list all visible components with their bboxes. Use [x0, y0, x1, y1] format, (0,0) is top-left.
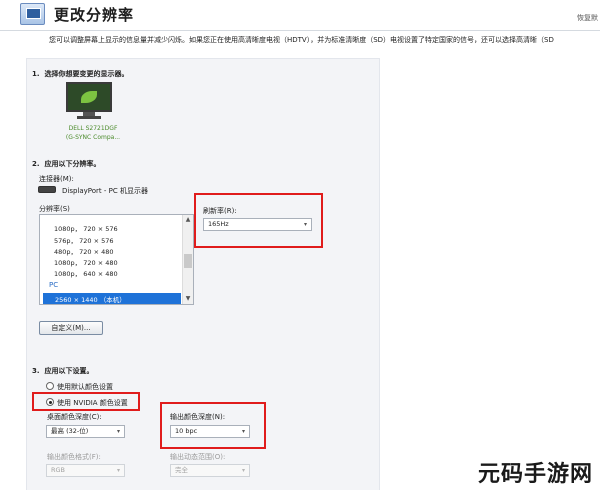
- header-divider: [0, 30, 600, 31]
- chevron-down-icon: ▾: [303, 221, 307, 228]
- list-group-pc: PC: [49, 281, 59, 289]
- page-title: 更改分辨率: [54, 6, 135, 24]
- scroll-thumb[interactable]: [184, 254, 192, 268]
- list-item[interactable]: 480p， 720 × 480: [54, 246, 114, 256]
- refresh-rate-select[interactable]: 165Hz ▾: [203, 218, 312, 231]
- list-item[interactable]: 1080p， 720 × 576: [54, 223, 118, 233]
- refresh-rate-label: 刷新率(R):: [203, 207, 237, 215]
- scroll-down-icon[interactable]: ▼: [183, 294, 193, 304]
- output-depth-label: 输出颜色深度(N):: [170, 413, 226, 421]
- chevron-down-icon: ▾: [116, 428, 120, 435]
- chevron-down-icon: ▾: [241, 467, 245, 474]
- watermark: 元码手游网: [478, 462, 594, 487]
- monitor-label[interactable]: DELL S2721DGF (G-SYNC Compa...: [48, 124, 138, 142]
- output-depth-select[interactable]: 10 bpc ▾: [170, 425, 250, 438]
- resolution-label: 分辨率(S): [39, 205, 70, 213]
- section-3-title: 3. 应用以下设置。: [32, 367, 94, 375]
- section-2-title: 2. 应用以下分辨率。: [32, 160, 101, 168]
- list-item[interactable]: 1080p， 720 × 480: [54, 257, 118, 267]
- dynamic-range-label: 输出动态范围(O):: [170, 453, 226, 461]
- desktop-depth-select[interactable]: 最高 (32-位) ▾: [46, 425, 125, 438]
- list-item-selected[interactable]: 2560 × 1440 （本机）: [43, 293, 181, 304]
- restore-defaults-link[interactable]: 恢复默: [577, 13, 598, 23]
- page-header: 更改分辨率 恢复默: [0, 0, 600, 30]
- list-item[interactable]: 1080p， 640 × 480: [54, 268, 118, 278]
- desktop-depth-label: 桌面颜色深度(C):: [47, 413, 102, 421]
- connector-value: DisplayPort - PC 机显示器: [62, 187, 148, 195]
- radio-nvidia-color[interactable]: [46, 398, 54, 406]
- section-1-title: 1. 选择你想要变更的显示器。: [32, 70, 129, 78]
- scroll-up-icon[interactable]: ▲: [183, 215, 193, 225]
- connector-label: 连接器(M):: [39, 175, 74, 183]
- page-description: 您可以调整屏幕上显示的信息量并减少闪烁。如果您正在使用高清晰度电视（HDTV），…: [49, 36, 554, 44]
- chevron-down-icon: ▾: [241, 428, 245, 435]
- display-settings-icon: [20, 3, 45, 25]
- radio-default-color-label: 使用默认颜色设置: [57, 383, 113, 391]
- list-item[interactable]: 576p， 720 × 576: [54, 235, 114, 245]
- output-format-label: 输出颜色格式(F):: [47, 453, 101, 461]
- output-format-select[interactable]: RGB ▾: [46, 464, 125, 477]
- list-scrollbar[interactable]: ▲ ▼: [182, 215, 193, 304]
- radio-default-color[interactable]: [46, 382, 54, 390]
- displayport-icon: [38, 186, 56, 193]
- customize-button[interactable]: 自定义(M)...: [39, 321, 103, 335]
- resolution-list[interactable]: 1080p， 720 × 576 576p， 720 × 576 480p， 7…: [39, 214, 194, 305]
- radio-nvidia-color-label: 使用 NVIDIA 颜色设置: [57, 399, 128, 407]
- dynamic-range-select[interactable]: 完全 ▾: [170, 464, 250, 477]
- monitor-icon[interactable]: [66, 82, 112, 120]
- chevron-down-icon: ▾: [116, 467, 120, 474]
